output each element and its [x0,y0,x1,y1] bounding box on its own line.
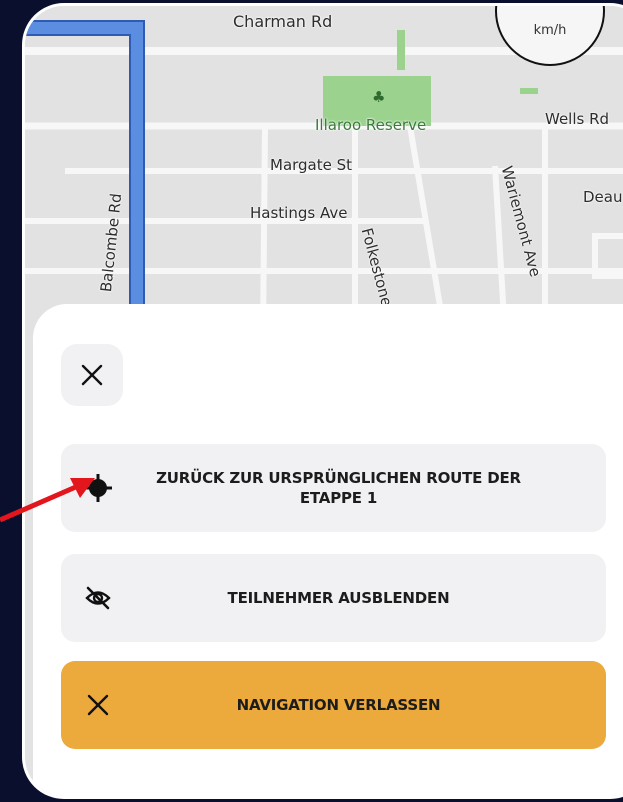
hide-participants-button[interactable]: TEILNEHMER AUSBLENDEN [61,554,606,642]
street-label: Margate St [270,156,353,174]
street-label: Deau [583,188,623,206]
street-label: Charman Rd [233,12,333,31]
park-label: Illaroo Reserve [315,116,427,134]
speed-unit: km/h [533,23,567,38]
annotation-arrow [0,478,95,523]
tree-icon: ♣ [372,88,386,106]
action-sheet: ZURÜCK ZUR URSPRÜNGLICHEN ROUTE DER ETAP… [33,304,623,796]
close-button[interactable] [61,344,123,406]
phone-frame: Charman Rd ♣ Illaroo Reserve Wells Rd Ma… [22,3,623,799]
map-view[interactable]: Charman Rd ♣ Illaroo Reserve Wells Rd Ma… [25,6,623,336]
hide-participants-label: TEILNEHMER AUSBLENDEN [227,589,450,607]
exit-navigation-button[interactable]: NAVIGATION VERLASSEN [61,661,606,749]
street-label: Wells Rd [545,110,610,128]
return-to-route-label: ZURÜCK ZUR URSPRÜNGLICHEN ROUTE DER ETAP… [156,469,521,507]
close-icon [83,690,113,720]
return-to-route-button[interactable]: ZURÜCK ZUR URSPRÜNGLICHEN ROUTE DER ETAP… [61,444,606,532]
street-label: Hastings Ave [250,204,348,222]
exit-navigation-label: NAVIGATION VERLASSEN [236,696,441,714]
eye-off-icon [83,583,113,613]
close-icon [81,364,103,386]
